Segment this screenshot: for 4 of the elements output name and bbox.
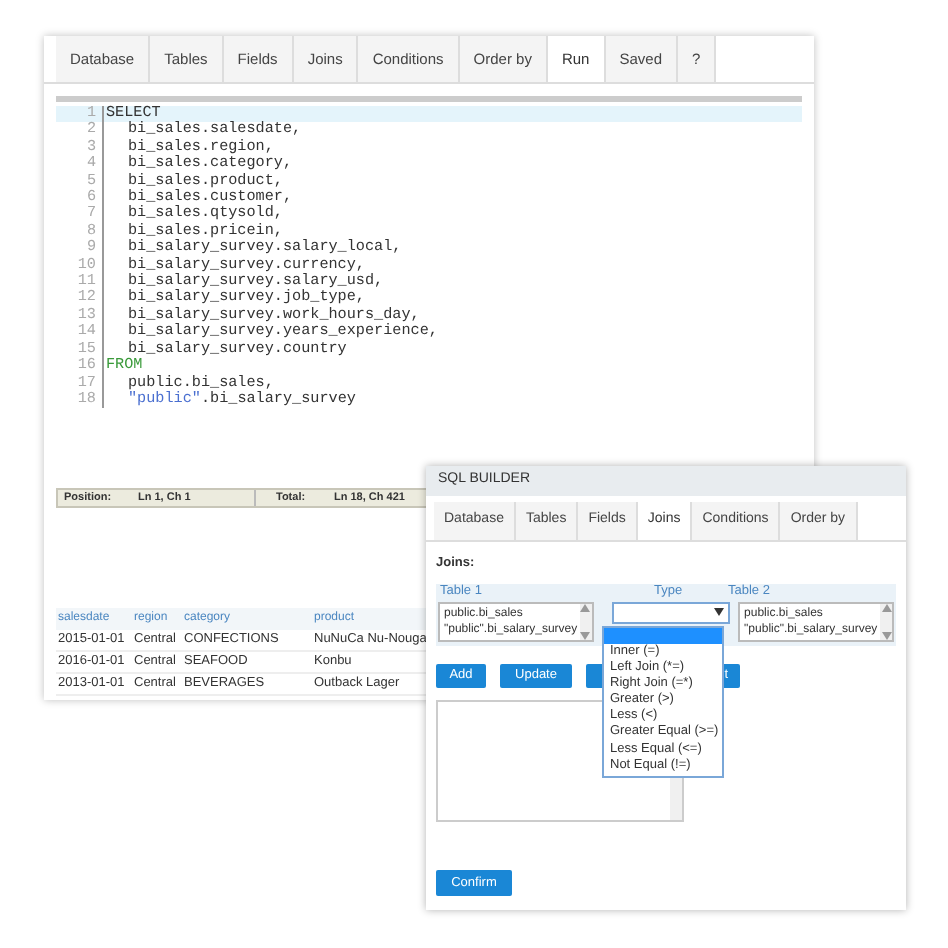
caret-icon [714, 608, 725, 617]
scrollbar-arrows-icon[interactable] [579, 603, 592, 640]
type-select[interactable] [611, 601, 731, 624]
scrollbar-arrows-icon[interactable] [880, 603, 893, 640]
